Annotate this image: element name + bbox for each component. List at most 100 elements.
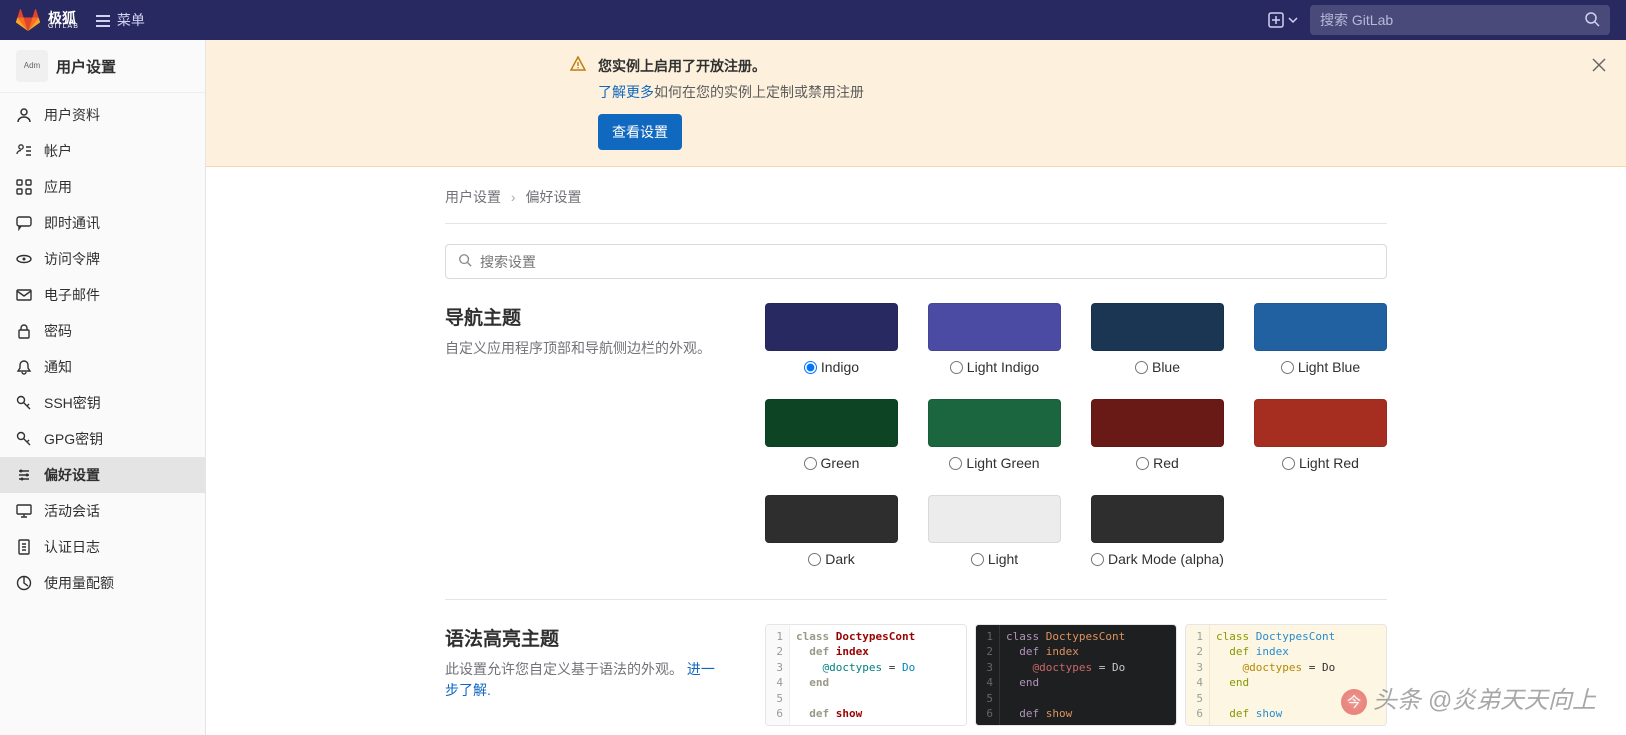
search-input[interactable] <box>1320 12 1584 28</box>
theme-radio[interactable] <box>1135 361 1148 374</box>
theme-label[interactable]: Light Red <box>1254 455 1387 471</box>
section-header: 导航主题 自定义应用程序顶部和导航侧边栏的外观。 <box>445 303 725 567</box>
theme-option-light-red[interactable]: Light Red <box>1254 399 1387 471</box>
theme-label[interactable]: Light <box>928 551 1061 567</box>
theme-label[interactable]: Green <box>765 455 898 471</box>
theme-grid: Indigo Light Indigo Blue Light Blue Green Lig… <box>765 303 1387 567</box>
theme-radio[interactable] <box>1282 457 1295 470</box>
theme-radio[interactable] <box>949 457 962 470</box>
menu-label: 菜单 <box>117 10 145 30</box>
theme-radio[interactable] <box>1281 361 1294 374</box>
logo-area: 极狐 GITLAB <box>16 8 79 32</box>
theme-label[interactable]: Indigo <box>765 359 898 375</box>
code-preview-cp-dark[interactable]: 1 2 3 4 5 6class DoctypesCont def index … <box>975 624 1177 726</box>
breadcrumb-l1[interactable]: 用户设置 <box>445 189 501 205</box>
theme-swatch[interactable] <box>1254 399 1387 447</box>
sidebar-item-label: 帐户 <box>44 141 72 161</box>
theme-swatch[interactable] <box>1091 495 1224 543</box>
sidebar-item-2[interactable]: 应用 <box>0 169 205 205</box>
section-header: 语法高亮主题 此设置允许您自定义基于语法的外观。 进一步了解. <box>445 624 725 726</box>
header-search[interactable] <box>1310 5 1610 35</box>
theme-radio[interactable] <box>804 457 817 470</box>
theme-radio[interactable] <box>1091 553 1104 566</box>
sidebar-item-12[interactable]: 认证日志 <box>0 529 205 565</box>
search-icon <box>458 253 472 270</box>
sidebar-item-8[interactable]: SSH密钥 <box>0 385 205 421</box>
theme-label[interactable]: Light Indigo <box>928 359 1061 375</box>
search-icon[interactable] <box>1584 11 1600 30</box>
theme-option-dark-mode-(alpha)[interactable]: Dark Mode (alpha) <box>1091 495 1224 567</box>
theme-radio[interactable] <box>1136 457 1149 470</box>
menu-button[interactable]: 菜单 <box>95 10 145 30</box>
theme-swatch[interactable] <box>765 303 898 351</box>
theme-radio[interactable] <box>971 553 984 566</box>
sidebar-item-11[interactable]: 活动会话 <box>0 493 205 529</box>
sidebar-item-9[interactable]: GPG密钥 <box>0 421 205 457</box>
gitlab-logo-icon <box>16 8 40 32</box>
chat-icon <box>16 215 32 231</box>
theme-option-green[interactable]: Green <box>765 399 898 471</box>
theme-label[interactable]: Light Blue <box>1254 359 1387 375</box>
theme-option-red[interactable]: Red <box>1091 399 1224 471</box>
theme-option-light-blue[interactable]: Light Blue <box>1254 303 1387 375</box>
theme-option-light[interactable]: Light <box>928 495 1061 567</box>
sidebar-item-13[interactable]: 使用量配额 <box>0 565 205 601</box>
theme-label[interactable]: Dark Mode (alpha) <box>1091 551 1224 567</box>
sidebar-item-6[interactable]: 密码 <box>0 313 205 349</box>
sidebar-item-label: SSH密钥 <box>44 393 101 413</box>
sidebar-item-label: 电子邮件 <box>44 285 100 305</box>
alert-desc: 了解更多如何在您的实例上定制或禁用注册 <box>598 82 1602 102</box>
sidebar-item-0[interactable]: 用户资料 <box>0 97 205 133</box>
plus-box-icon <box>1268 12 1284 28</box>
settings-search-input[interactable] <box>480 254 1374 270</box>
code-preview-cp-light[interactable]: 1 2 3 4 5 6class DoctypesCont def index … <box>765 624 967 726</box>
sidebar-item-1[interactable]: 帐户 <box>0 133 205 169</box>
theme-option-dark[interactable]: Dark <box>765 495 898 567</box>
code-preview-cp-yellow[interactable]: 1 2 3 4 5 6class DoctypesCont def index … <box>1185 624 1387 726</box>
alert-desc-text: 如何在您的实例上定制或禁用注册 <box>654 84 864 100</box>
theme-radio[interactable] <box>808 553 821 566</box>
section-desc: 此设置允许您自定义基于语法的外观。 进一步了解. <box>445 659 725 701</box>
theme-swatch[interactable] <box>928 303 1061 351</box>
theme-swatch[interactable] <box>1254 303 1387 351</box>
theme-option-indigo[interactable]: Indigo <box>765 303 898 375</box>
brand-text: 极狐 GITLAB <box>48 11 79 30</box>
theme-swatch[interactable] <box>928 399 1061 447</box>
lock-icon <box>16 323 32 339</box>
code-preview-grid: 1 2 3 4 5 6class DoctypesCont def index … <box>765 624 1387 726</box>
theme-swatch[interactable] <box>1091 399 1224 447</box>
theme-label[interactable]: Light Green <box>928 455 1061 471</box>
theme-swatch[interactable] <box>928 495 1061 543</box>
theme-swatch[interactable] <box>1091 303 1224 351</box>
theme-swatch[interactable] <box>765 495 898 543</box>
section-body: Indigo Light Indigo Blue Light Blue Green Lig… <box>765 303 1387 567</box>
sidebar-item-5[interactable]: 电子邮件 <box>0 277 205 313</box>
theme-radio[interactable] <box>804 361 817 374</box>
sidebar-item-4[interactable]: 访问令牌 <box>0 241 205 277</box>
main: 您实例上启用了开放注册。 了解更多如何在您的实例上定制或禁用注册 查看设置 用户… <box>206 40 1626 735</box>
theme-option-light-indigo[interactable]: Light Indigo <box>928 303 1061 375</box>
sidebar-item-7[interactable]: 通知 <box>0 349 205 385</box>
sidebar-header[interactable]: Adm 用户设置 <box>0 40 205 93</box>
theme-swatch[interactable] <box>765 399 898 447</box>
brand-sub: GITLAB <box>48 23 79 30</box>
sidebar-item-10[interactable]: 偏好设置 <box>0 457 205 493</box>
theme-option-blue[interactable]: Blue <box>1091 303 1224 375</box>
monitor-icon <box>16 503 32 519</box>
theme-label[interactable]: Dark <box>765 551 898 567</box>
alert-link[interactable]: 了解更多 <box>598 84 654 100</box>
alert-banner: 您实例上启用了开放注册。 了解更多如何在您的实例上定制或禁用注册 查看设置 <box>206 40 1626 167</box>
sidebar-item-label: 认证日志 <box>44 537 100 557</box>
line-numbers: 1 2 3 4 5 6 <box>766 625 790 725</box>
alert-close-button[interactable] <box>1592 56 1606 77</box>
settings-search[interactable] <box>445 244 1387 279</box>
theme-label[interactable]: Blue <box>1091 359 1224 375</box>
create-button[interactable] <box>1268 12 1298 28</box>
alert-button[interactable]: 查看设置 <box>598 114 682 150</box>
sidebar-item-3[interactable]: 即时通讯 <box>0 205 205 241</box>
theme-label[interactable]: Red <box>1091 455 1224 471</box>
section-title: 导航主题 <box>445 303 725 330</box>
theme-radio[interactable] <box>950 361 963 374</box>
theme-option-light-green[interactable]: Light Green <box>928 399 1061 471</box>
section-desc: 自定义应用程序顶部和导航侧边栏的外观。 <box>445 338 725 359</box>
